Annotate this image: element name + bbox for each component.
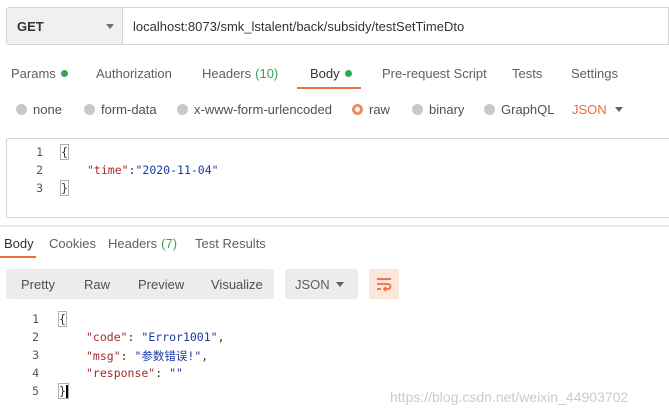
json-line-code: "code": "Error1001",: [86, 330, 225, 344]
tab-body[interactable]: Body: [310, 66, 352, 81]
raw-button[interactable]: Raw: [84, 277, 110, 292]
radio-form-data-indicator: [84, 104, 95, 115]
response-active-tab-underline: [0, 256, 36, 258]
line-number: 2: [32, 330, 39, 344]
tab-authorization[interactable]: Authorization: [96, 66, 172, 81]
line-number: 4: [32, 366, 39, 380]
response-tab-body[interactable]: Body: [4, 236, 34, 251]
tab-tests[interactable]: Tests: [512, 66, 542, 81]
tab-prerequest-script[interactable]: Pre-request Script: [382, 66, 487, 81]
radio-urlencoded-indicator: [177, 104, 188, 115]
preview-button[interactable]: Preview: [138, 277, 184, 292]
line-number: 1: [36, 145, 43, 159]
chevron-down-icon: [106, 24, 114, 29]
line-number: 1: [32, 312, 39, 326]
response-headers-count: (7): [161, 236, 178, 251]
body-language-select[interactable]: JSON: [572, 102, 607, 117]
tab-settings[interactable]: Settings: [571, 66, 618, 81]
tab-headers-label: Headers: [202, 66, 252, 81]
response-tab-test-results[interactable]: Test Results: [195, 236, 266, 251]
response-tab-cookies[interactable]: Cookies: [49, 236, 96, 251]
radio-raw[interactable]: raw: [352, 102, 390, 117]
request-url-bar: GET localhost:8073/smk_lstalent/back/sub…: [6, 7, 669, 45]
line-number: 2: [36, 163, 43, 177]
chevron-down-icon[interactable]: [615, 107, 623, 112]
radio-none-indicator: [16, 104, 27, 115]
open-brace: {: [58, 311, 67, 327]
radio-raw-indicator: [352, 104, 363, 115]
method-label: GET: [17, 18, 44, 34]
watermark: https://blog.csdn.net/weixin_44903702: [390, 389, 629, 405]
headers-count-badge: (10): [255, 66, 279, 81]
tab-params-label: Params: [11, 66, 56, 81]
radio-form-data-label: form-data: [101, 102, 157, 117]
json-key: "time": [87, 163, 129, 177]
visualize-button[interactable]: Visualize: [211, 277, 263, 292]
url-input[interactable]: localhost:8073/smk_lstalent/back/subsidy…: [123, 8, 668, 44]
json-line-response: "response": "": [86, 366, 183, 380]
radio-binary-label: binary: [429, 102, 465, 117]
chevron-down-icon: [336, 282, 344, 287]
tab-settings-label: Settings: [571, 66, 618, 81]
tab-authorization-label: Authorization: [96, 66, 172, 81]
radio-urlencoded-label: x-www-form-urlencoded: [194, 102, 332, 117]
radio-none[interactable]: none: [16, 102, 62, 117]
close-brace: }: [58, 383, 69, 399]
response-view-mode-group: Pretty Raw Preview Visualize: [6, 269, 274, 299]
radio-binary[interactable]: binary: [412, 102, 464, 117]
request-tabs: Params Authorization Headers (10) Body P…: [0, 56, 669, 90]
active-tab-underline: [297, 87, 361, 89]
tab-headers[interactable]: Headers (10): [202, 66, 278, 81]
tab-tests-label: Tests: [512, 66, 543, 81]
json-line: "time":"2020-11-04": [87, 163, 219, 177]
body-type-options: none form-data x-www-form-urlencoded raw…: [0, 98, 669, 122]
close-brace-char: }: [59, 384, 66, 398]
radio-graphql[interactable]: GraphQL: [484, 102, 554, 117]
pane-divider[interactable]: [0, 225, 669, 227]
radio-binary-indicator: [412, 104, 423, 115]
response-format-select[interactable]: JSON: [285, 269, 358, 299]
line-number: 5: [32, 384, 39, 398]
json-value: "Error1001": [141, 330, 218, 344]
request-body-editor[interactable]: 1 2 3 { "time":"2020-11-04" }: [6, 138, 669, 218]
line-number: 3: [36, 181, 43, 195]
body-indicator-dot: [344, 70, 352, 77]
json-value: "参数错误!": [134, 349, 202, 363]
text-cursor: [65, 385, 68, 398]
open-brace: {: [60, 144, 69, 160]
tab-prerequest-label: Pre-request Script: [382, 66, 487, 81]
radio-none-label: none: [33, 102, 62, 117]
pretty-button[interactable]: Pretty: [21, 277, 55, 292]
response-tab-headers[interactable]: Headers (7): [108, 236, 177, 251]
radio-form-data[interactable]: form-data: [84, 102, 157, 117]
wrap-lines-icon: [377, 278, 392, 292]
radio-graphql-indicator: [484, 104, 495, 115]
json-line-msg: "msg": "参数错误!",: [86, 349, 209, 363]
tab-params[interactable]: Params: [11, 66, 68, 81]
radio-urlencoded[interactable]: x-www-form-urlencoded: [177, 102, 332, 117]
response-tab-headers-label: Headers: [108, 236, 158, 251]
json-key: "response": [86, 366, 156, 380]
json-value: "2020-11-04": [135, 163, 219, 177]
wrap-lines-button[interactable]: [369, 269, 399, 299]
tab-body-label: Body: [310, 66, 340, 81]
radio-graphql-label: GraphQL: [501, 102, 555, 117]
json-key: "msg": [86, 349, 121, 363]
radio-raw-label: raw: [369, 102, 390, 117]
json-value: "": [169, 366, 183, 380]
json-key: "code": [86, 330, 128, 344]
line-number: 3: [32, 348, 39, 362]
response-format-label: JSON: [295, 277, 330, 292]
close-brace: }: [60, 180, 69, 196]
method-select[interactable]: GET: [7, 8, 123, 44]
params-indicator-dot: [60, 70, 68, 77]
